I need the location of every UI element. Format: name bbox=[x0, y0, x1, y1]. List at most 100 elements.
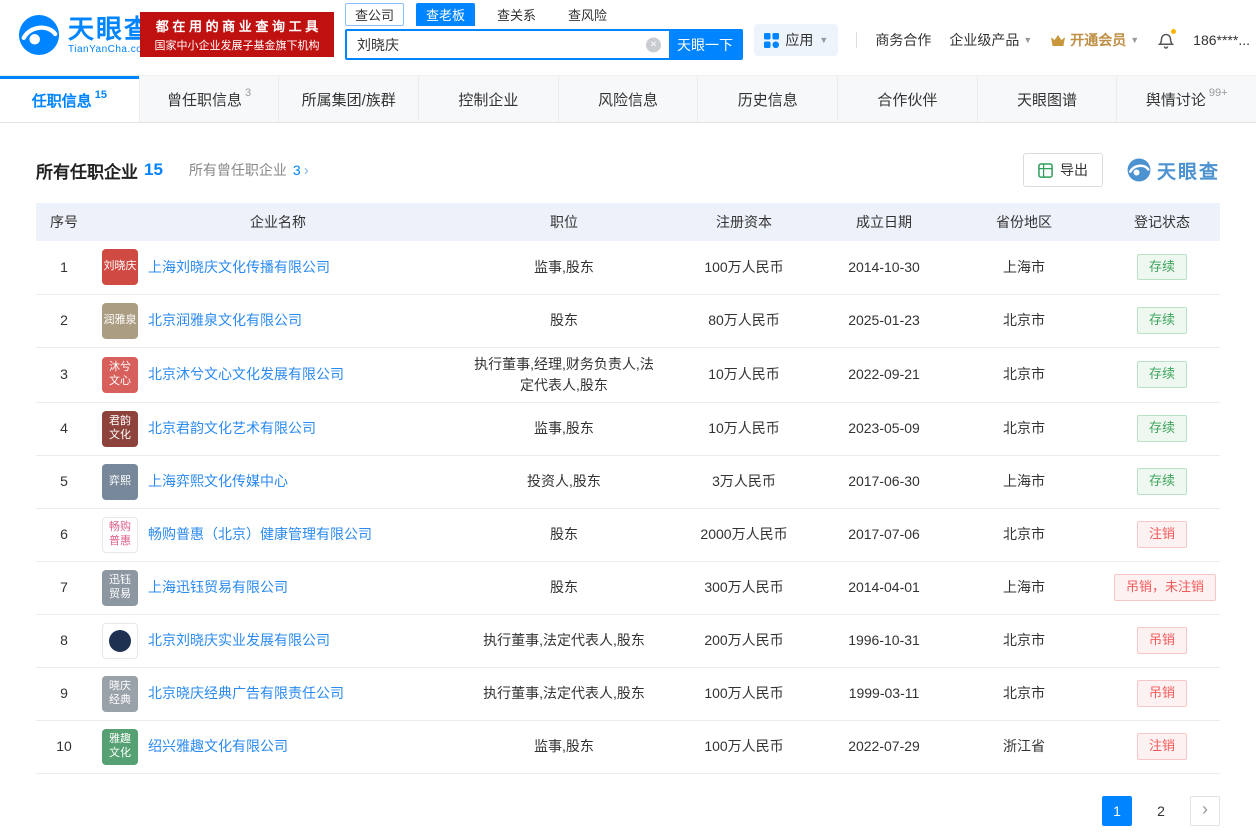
date-cell: 2014-04-01 bbox=[824, 561, 944, 615]
row-index: 2 bbox=[36, 294, 92, 348]
position-cell: 执行董事,法定代表人,股东 bbox=[464, 667, 664, 721]
region-cell: 浙江省 bbox=[944, 720, 1104, 774]
tianyancha-logo[interactable]: 天眼查 TianYanCha.com bbox=[18, 14, 152, 56]
search-input[interactable] bbox=[347, 31, 669, 58]
export-button[interactable]: 导出 bbox=[1022, 153, 1103, 187]
companies-table: 序号 企业名称 职位 注册资本 成立日期 省份地区 登记状态 1 刘晓庆 上海刘… bbox=[36, 203, 1220, 774]
search-tab-risk[interactable]: 查风险 bbox=[558, 3, 617, 26]
nav-business-cooperation[interactable]: 商务合作 bbox=[875, 30, 931, 50]
section-head: 所有任职企业 15 所有曾任职企业 3 › 导出 天眼查 bbox=[36, 153, 1220, 187]
capital-cell: 2000万人民币 bbox=[664, 508, 824, 562]
search-tab-company[interactable]: 查公司 bbox=[345, 3, 405, 26]
region-cell: 上海市 bbox=[944, 241, 1104, 295]
promo-banner[interactable]: 都 在 用 的 商 业 查 询 工 具 国家中小企业发展子基金旗下机构 bbox=[140, 12, 334, 57]
company-link[interactable]: 上海迅钰贸易有限公司 bbox=[148, 577, 288, 598]
column-header-status: 登记状态 bbox=[1104, 203, 1220, 241]
company-logo[interactable]: 君韵 文化 bbox=[102, 410, 138, 447]
nav-vip-label: 开通会员 bbox=[1070, 32, 1127, 48]
table-row: 10 雅趣 文化 绍兴雅趣文化有限公司 监事,股东 100万人民币 2022-07… bbox=[36, 720, 1220, 774]
status-badge: 注销 bbox=[1136, 521, 1187, 548]
company-logo[interactable]: 晓庆 经典 bbox=[102, 675, 138, 712]
tab-count: 99+ bbox=[1208, 87, 1228, 99]
search-tab-relation[interactable]: 查关系 bbox=[487, 3, 546, 26]
clear-icon[interactable]: × bbox=[646, 37, 661, 52]
tab-former-positions[interactable]: 曾任职信息 3 bbox=[138, 76, 279, 122]
page-button-1[interactable]: 1 bbox=[1102, 795, 1132, 826]
region-cell: 北京市 bbox=[944, 667, 1104, 721]
company-logo[interactable]: 润雅泉 bbox=[102, 302, 138, 339]
company-link[interactable]: 上海刘晓庆文化传播有限公司 bbox=[148, 257, 330, 278]
position-cell: 股东 bbox=[464, 508, 664, 562]
status-badge: 存续 bbox=[1136, 415, 1187, 442]
company-link[interactable]: 北京晓庆经典广告有限责任公司 bbox=[148, 683, 344, 704]
former-positions-link[interactable]: 所有曾任职企业 3 › bbox=[189, 160, 309, 180]
column-header-date: 成立日期 bbox=[824, 203, 944, 241]
watermark-logo-icon bbox=[1127, 158, 1151, 182]
tab-label: 曾任职信息 bbox=[166, 91, 242, 109]
notification-bell[interactable] bbox=[1157, 27, 1178, 50]
tab-group-family[interactable]: 所属集团/族群 bbox=[278, 76, 418, 122]
company-logo[interactable]: 刘晓庆 bbox=[102, 249, 138, 286]
tab-label: 舆情讨论 bbox=[1145, 91, 1206, 109]
tab-partners[interactable]: 合作伙伴 bbox=[837, 76, 977, 122]
position-cell: 执行董事,经理,财务负责人,法定代表人,股东 bbox=[464, 347, 664, 403]
company-link[interactable]: 绍兴雅趣文化有限公司 bbox=[148, 736, 288, 757]
company-logo[interactable]: 弈熙 bbox=[102, 463, 138, 500]
table-row: 8 北京刘晓庆实业发展有限公司 执行董事,法定代表人,股东 200万人民币 19… bbox=[36, 614, 1220, 668]
region-cell: 北京市 bbox=[944, 508, 1104, 562]
company-link[interactable]: 畅购普惠（北京）健康管理有限公司 bbox=[148, 524, 372, 545]
tab-label: 任职信息 bbox=[31, 93, 92, 110]
status-badge: 存续 bbox=[1136, 254, 1187, 281]
table-row: 9 晓庆 经典 北京晓庆经典广告有限责任公司 执行董事,法定代表人,股东 100万… bbox=[36, 667, 1220, 721]
chevron-right-icon: › bbox=[1202, 799, 1208, 819]
chevron-down-icon: ▼ bbox=[1130, 35, 1140, 45]
tab-graph[interactable]: 天眼图谱 bbox=[976, 76, 1117, 122]
nav-enterprise-products[interactable]: 企业级产品 ▼ bbox=[949, 30, 1032, 50]
page-tabs: 任职信息 15 曾任职信息 3 所属集团/族群 控制企业 风险信息 历史信息 合作伙… bbox=[0, 75, 1256, 123]
capital-cell: 10万人民币 bbox=[664, 402, 824, 456]
search-tab-boss[interactable]: 查老板 bbox=[416, 3, 476, 26]
apps-menu[interactable]: 应用 ▼ bbox=[754, 24, 839, 56]
company-logo[interactable]: 迅钰 贸易 bbox=[102, 569, 138, 606]
tab-risk-info[interactable]: 风险信息 bbox=[557, 76, 698, 122]
position-cell: 监事,股东 bbox=[464, 402, 664, 456]
nav-open-vip[interactable]: 开通会员 ▼ bbox=[1050, 30, 1139, 50]
search-tabs: 查公司 查老板 查关系 查风险 bbox=[345, 3, 743, 26]
account-phone[interactable]: 186****... bbox=[1193, 32, 1250, 48]
column-header-position: 职位 bbox=[464, 203, 664, 241]
section-title: 所有任职企业 bbox=[36, 162, 138, 182]
tab-history-info[interactable]: 历史信息 bbox=[697, 76, 837, 122]
row-index: 4 bbox=[36, 402, 92, 456]
company-logo[interactable]: 雅趣 文化 bbox=[102, 728, 138, 765]
tab-label: 所属集团/族群 bbox=[301, 91, 396, 109]
tab-public-opinion[interactable]: 舆情讨论 99+ bbox=[1116, 76, 1256, 122]
company-logo[interactable]: 沐兮 文心 bbox=[102, 356, 138, 393]
company-link[interactable]: 北京刘晓庆实业发展有限公司 bbox=[148, 630, 330, 651]
promo-banner-line2: 国家中小企业发展子基金旗下机构 bbox=[154, 40, 320, 52]
date-cell: 2025-01-23 bbox=[824, 294, 944, 348]
capital-cell: 10万人民币 bbox=[664, 347, 824, 403]
company-link[interactable]: 上海弈熙文化传媒中心 bbox=[148, 471, 288, 492]
region-cell: 上海市 bbox=[944, 455, 1104, 509]
status-badge: 吊销 bbox=[1136, 680, 1187, 707]
status-badge: 存续 bbox=[1136, 361, 1187, 388]
top-right-nav: 应用 ▼ 商务合作 企业级产品 ▼ 开通会员 ▼ 186****... bbox=[754, 24, 1256, 56]
page-button-2[interactable]: 2 bbox=[1146, 796, 1176, 826]
section-title-count: 15 bbox=[144, 160, 163, 179]
search-button[interactable]: 天眼一下 bbox=[669, 31, 741, 58]
position-cell: 股东 bbox=[464, 294, 664, 348]
next-page-button[interactable]: › bbox=[1190, 795, 1220, 826]
company-link[interactable]: 北京润雅泉文化有限公司 bbox=[148, 310, 302, 331]
chevron-down-icon: ▼ bbox=[1023, 35, 1033, 45]
region-cell: 北京市 bbox=[944, 294, 1104, 348]
grid-icon bbox=[764, 32, 780, 48]
company-logo[interactable]: 畅购 普惠 bbox=[102, 516, 138, 553]
company-link[interactable]: 北京沐兮文心文化发展有限公司 bbox=[148, 364, 344, 385]
tab-count: 15 bbox=[94, 88, 107, 101]
tab-positions[interactable]: 任职信息 15 bbox=[0, 76, 139, 122]
company-link[interactable]: 北京君韵文化艺术有限公司 bbox=[148, 418, 316, 439]
company-logo[interactable] bbox=[102, 622, 138, 659]
region-cell: 北京市 bbox=[944, 614, 1104, 668]
tab-count: 3 bbox=[244, 87, 252, 99]
tab-controlled-companies[interactable]: 控制企业 bbox=[418, 76, 558, 122]
